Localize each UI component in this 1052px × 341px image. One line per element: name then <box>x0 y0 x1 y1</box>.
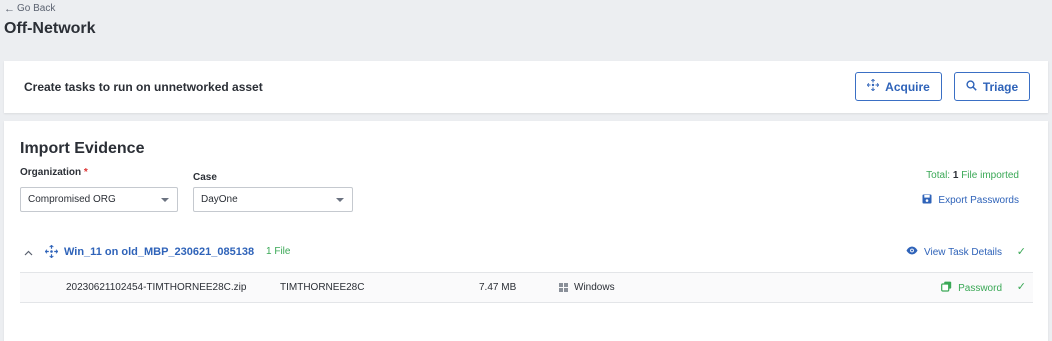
task-group-name[interactable]: Win_11 on old_MBP_230621_085138 <box>64 246 254 258</box>
check-icon: ✓ <box>1016 246 1026 258</box>
total-imported-text: Total: 1 File imported <box>926 170 1019 181</box>
search-icon <box>966 79 977 94</box>
file-host: TIMTHORNEE28C <box>280 282 365 293</box>
acquire-crosshair-icon <box>866 78 880 94</box>
task-creation-card: Create tasks to run on unnetworked asset… <box>4 61 1048 113</box>
organization-label: Organization * <box>20 167 88 178</box>
case-select[interactable]: DayOne <box>193 187 353 212</box>
arrow-left-icon: ← <box>4 2 15 15</box>
file-os: Windows <box>559 282 615 293</box>
file-size: 7.47 MB <box>479 282 517 293</box>
view-task-details-label: View Task Details <box>924 246 1002 258</box>
file-os-label: Windows <box>574 282 615 293</box>
organization-label-text: Organization <box>20 167 82 178</box>
acquire-label: Acquire <box>885 79 930 94</box>
organization-select-value: Compromised ORG <box>28 194 116 205</box>
import-evidence-title: Import Evidence <box>20 140 145 157</box>
caret-down-icon <box>161 198 169 202</box>
eye-icon <box>906 246 918 258</box>
case-select-value: DayOne <box>201 194 238 205</box>
go-back-link[interactable]: ← Go Back <box>4 3 55 14</box>
file-name: 20230621102454-TIMTHORNEE28C.zip <box>66 282 247 293</box>
windows-icon <box>559 283 568 292</box>
password-button[interactable]: Password <box>941 281 1002 295</box>
save-icon <box>922 194 932 207</box>
acquire-crosshair-icon <box>44 244 59 263</box>
password-label: Password <box>958 282 1002 294</box>
go-back-label: Go Back <box>17 3 56 14</box>
case-label: Case <box>193 172 217 183</box>
total-prefix: Total: <box>926 170 953 181</box>
export-passwords-label: Export Passwords <box>938 195 1019 206</box>
file-row: 20230621102454-TIMTHORNEE28C.zip TIMTHOR… <box>20 273 1033 303</box>
acquire-button[interactable]: Acquire <box>855 72 942 101</box>
import-evidence-card: Import Evidence Organization * Compromis… <box>4 121 1048 341</box>
check-icon: ✓ <box>1016 281 1026 293</box>
copy-icon <box>941 281 952 295</box>
chevron-up-icon[interactable] <box>24 248 33 259</box>
task-creation-description: Create tasks to run on unnetworked asset <box>24 80 263 94</box>
organization-select[interactable]: Compromised ORG <box>20 187 178 212</box>
triage-button[interactable]: Triage <box>954 72 1030 101</box>
triage-label: Triage <box>982 79 1019 94</box>
view-task-details-link[interactable]: View Task Details <box>906 246 1002 258</box>
task-group-row: Win_11 on old_MBP_230621_085138 1 File V… <box>20 239 1033 273</box>
export-passwords-button[interactable]: Export Passwords <box>922 194 1019 207</box>
page-title: Off-Network <box>4 20 96 37</box>
total-suffix: File imported <box>958 170 1019 181</box>
caret-down-icon <box>336 198 344 202</box>
task-group-file-count: 1 File <box>266 246 291 257</box>
required-mark: * <box>83 167 88 178</box>
